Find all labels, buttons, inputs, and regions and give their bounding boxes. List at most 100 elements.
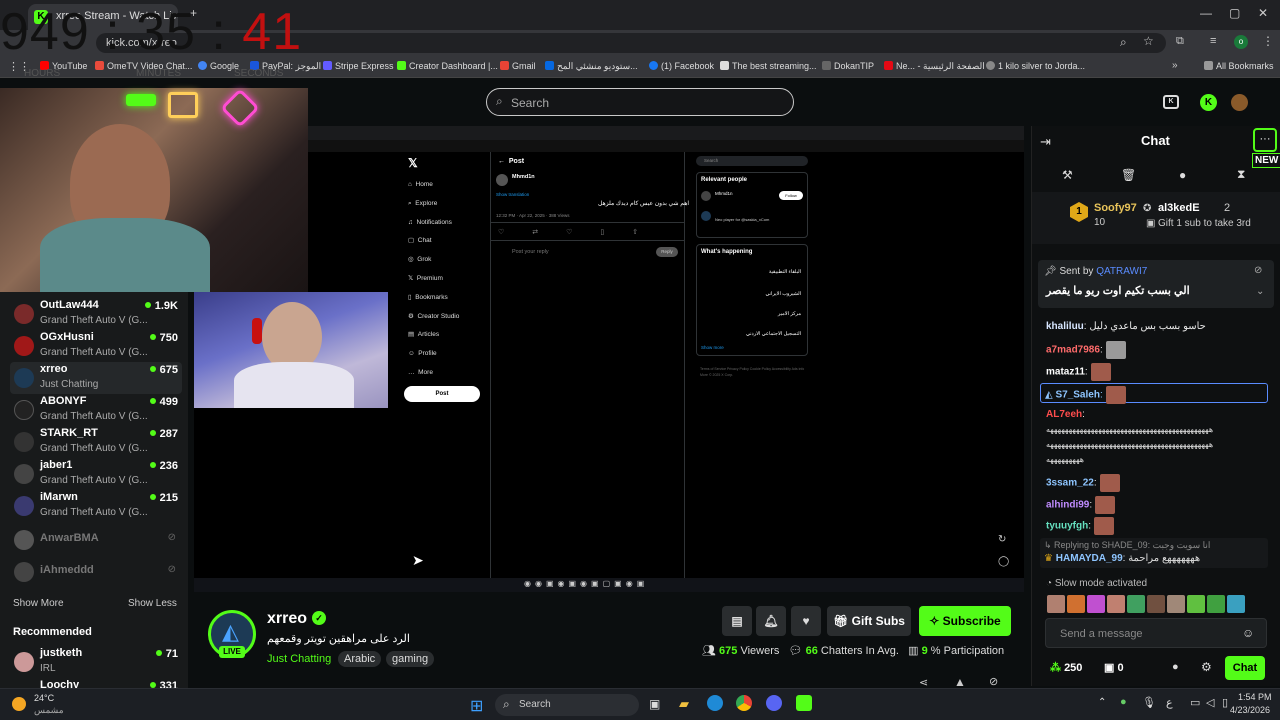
badge-icon: ✪	[1143, 203, 1152, 214]
reading-list-icon[interactable]: ≡	[1210, 35, 1216, 47]
windows-start-icon[interactable]: ⊞	[470, 696, 483, 716]
kick-logo-icon[interactable]: K	[1200, 94, 1217, 111]
chat-bubble-icon[interactable]: ●	[1172, 661, 1179, 673]
category-link[interactable]: Just Chatting	[267, 653, 331, 665]
show-less-button[interactable]: Show Less	[128, 598, 177, 609]
bookmarks-overflow-icon[interactable]: »	[1172, 60, 1178, 71]
recommended-channel-justketh[interactable]: justketh IRL 71	[10, 646, 182, 678]
zoom-icon[interactable]: ⌕	[1120, 35, 1127, 50]
theatre-mode-button[interactable]: ▤	[722, 606, 752, 636]
sidebar-channel-stark-rt[interactable]: STARK_RT Grand Theft Auto V (G... 287	[10, 426, 182, 458]
clock-date[interactable]: 4/23/2026	[1230, 705, 1270, 715]
gift-subs-button[interactable]: 🎁︎ Gift Subs	[827, 606, 911, 636]
bookmark-item[interactable]: Google	[198, 61, 239, 71]
bookmark-item[interactable]: ستوديو منشئي المح...	[545, 61, 638, 72]
channel-points[interactable]: ⁂ 250	[1050, 661, 1082, 674]
kick-app-icon[interactable]	[796, 695, 812, 711]
emote-icon[interactable]	[1067, 595, 1085, 613]
emote-icon[interactable]	[1187, 595, 1205, 613]
volume-icon[interactable]: ◁	[1206, 696, 1214, 709]
recommended-channel-loochy[interactable]: Loochy 331	[10, 678, 182, 688]
report-icon[interactable]: ▲	[954, 675, 966, 689]
browser-menu-icon[interactable]: ⋮	[1262, 34, 1274, 48]
weather-sun-icon[interactable]	[12, 697, 26, 711]
bookmark-star-icon[interactable]: ☆	[1143, 34, 1154, 48]
x-post-button: Post	[404, 386, 480, 402]
bookmark-item[interactable]: The best streaming...	[720, 61, 817, 71]
emote-icon[interactable]	[1127, 595, 1145, 613]
trash-icon[interactable]: 🗑︎	[1121, 168, 1136, 182]
emote-icon[interactable]	[1047, 595, 1065, 613]
kick-clip-icon[interactable]: K	[1163, 95, 1179, 109]
bookmark-item[interactable]: 1 kilo silver to Jorda...	[986, 61, 1085, 71]
show-more-button[interactable]: Show More	[13, 598, 64, 609]
emote-icon[interactable]	[1107, 595, 1125, 613]
bookmark-item[interactable]: DokanTIP	[822, 61, 874, 71]
edge-icon[interactable]	[707, 695, 723, 711]
clock-time[interactable]: 1:54 PM	[1238, 692, 1272, 702]
sidebar-channel-anwarbma[interactable]: AnwarBMA ⊘	[10, 524, 182, 556]
chat-message-input[interactable]: Send a message ☺	[1045, 618, 1267, 648]
tray-chevron-icon[interactable]: ⌃	[1098, 697, 1106, 708]
file-explorer-icon[interactable]: ▰	[679, 696, 689, 712]
mod-hammer-icon[interactable]: ⚒	[1062, 168, 1073, 182]
chat-options-button[interactable]: ···	[1253, 128, 1277, 152]
sidebar-channel-abonyf[interactable]: ABONYF Grand Theft Auto V (G... 499	[10, 394, 182, 426]
sidebar-channel-outlaw444[interactable]: OutLaw444 Grand Theft Auto V (G... 1.9K	[10, 298, 182, 330]
bookmark-item[interactable]: Ne... - الصفحة الرئيسية	[884, 61, 985, 72]
chevron-down-icon[interactable]: ⌄	[1256, 286, 1264, 297]
site-search-input[interactable]: ⌕ Search	[486, 88, 794, 116]
language-indicator[interactable]: ع	[1166, 696, 1173, 709]
gear-icon[interactable]: ⚙	[1201, 660, 1212, 674]
emoji-icon[interactable]: ☺	[1242, 626, 1254, 640]
profile-avatar[interactable]: o	[1234, 35, 1248, 49]
minimize-icon[interactable]: —	[1200, 6, 1212, 20]
tag-gaming[interactable]: gaming	[386, 651, 435, 667]
emote-icon[interactable]	[1087, 595, 1105, 613]
close-window-icon[interactable]: ✕	[1258, 6, 1268, 20]
leader-name[interactable]: Soofy97	[1094, 202, 1137, 214]
battery-icon[interactable]: ▯	[1222, 696, 1228, 709]
bookmark-item[interactable]: Gmail	[500, 61, 536, 71]
x-post-meta: 12:32 PM · Apr 22, 2025 · 388 Views	[496, 213, 570, 218]
taskbar-search[interactable]: ⌕ Search	[495, 694, 639, 716]
emote-icon[interactable]	[1147, 595, 1165, 613]
emote-icon[interactable]	[1227, 595, 1245, 613]
chrome-icon[interactable]	[736, 695, 752, 711]
second-name[interactable]: al3kedE	[1158, 202, 1200, 214]
network-icon[interactable]: ▭	[1190, 696, 1200, 709]
follow-button[interactable]: ♥	[791, 606, 821, 636]
hide-icon[interactable]: ⊘	[989, 675, 998, 688]
maximize-icon[interactable]: ▢	[1229, 6, 1240, 20]
bookmark-item[interactable]: Creator Dashboard |...	[397, 61, 498, 71]
collapse-chat-icon[interactable]: ⇥	[1040, 134, 1051, 150]
hourglass-icon[interactable]: ⧗	[1237, 167, 1245, 182]
all-bookmarks[interactable]: All Bookmarks	[1204, 61, 1274, 71]
send-chat-button[interactable]: Chat	[1225, 656, 1265, 680]
chat-message: 3ssam_22:	[1046, 474, 1120, 492]
notifications-button[interactable]: 🔔︎	[756, 606, 786, 636]
sidebar-channel-imarwn[interactable]: iMarwn Grand Theft Auto V (G... 215	[10, 490, 182, 522]
emote-icon[interactable]	[1207, 595, 1225, 613]
emote-icon[interactable]	[1167, 595, 1185, 613]
chat-message: mataz11:	[1046, 363, 1111, 381]
sidebar-channel-iahmeddd[interactable]: iAhmeddd ⊘	[10, 556, 182, 588]
user-avatar[interactable]	[1231, 94, 1248, 111]
task-view-icon[interactable]: ▣	[649, 697, 660, 711]
sidebar-channel-ogxhusni[interactable]: OGxHusni Grand Theft Auto V (G... 750	[10, 330, 182, 362]
tray-app-icon[interactable]: ●	[1120, 696, 1127, 708]
discord-icon[interactable]	[766, 695, 782, 711]
sidebar-channel-xrreo[interactable]: xrreo Just Chatting 675	[10, 362, 182, 394]
channel-name[interactable]: xrreo	[267, 610, 307, 628]
microphone-icon[interactable]: 🎙︎	[1142, 696, 1156, 709]
unpin-icon[interactable]: ⊘	[1254, 265, 1262, 276]
emote-icon	[1105, 341, 1126, 359]
bookmark-item[interactable]: Stripe Express	[323, 61, 394, 71]
sidebar-channel-jaber1[interactable]: jaber1 Grand Theft Auto V (G... 236	[10, 458, 182, 490]
extensions-icon[interactable]: ⧉	[1176, 35, 1184, 48]
bookmark-item[interactable]: (1) Facebook	[649, 61, 714, 71]
message-icon[interactable]: ●	[1179, 168, 1186, 182]
tag-arabic[interactable]: Arabic	[338, 651, 382, 667]
gift-counter[interactable]: ▣ 0	[1104, 661, 1124, 674]
subscribe-button[interactable]: ✧ Subscribe	[919, 606, 1011, 636]
